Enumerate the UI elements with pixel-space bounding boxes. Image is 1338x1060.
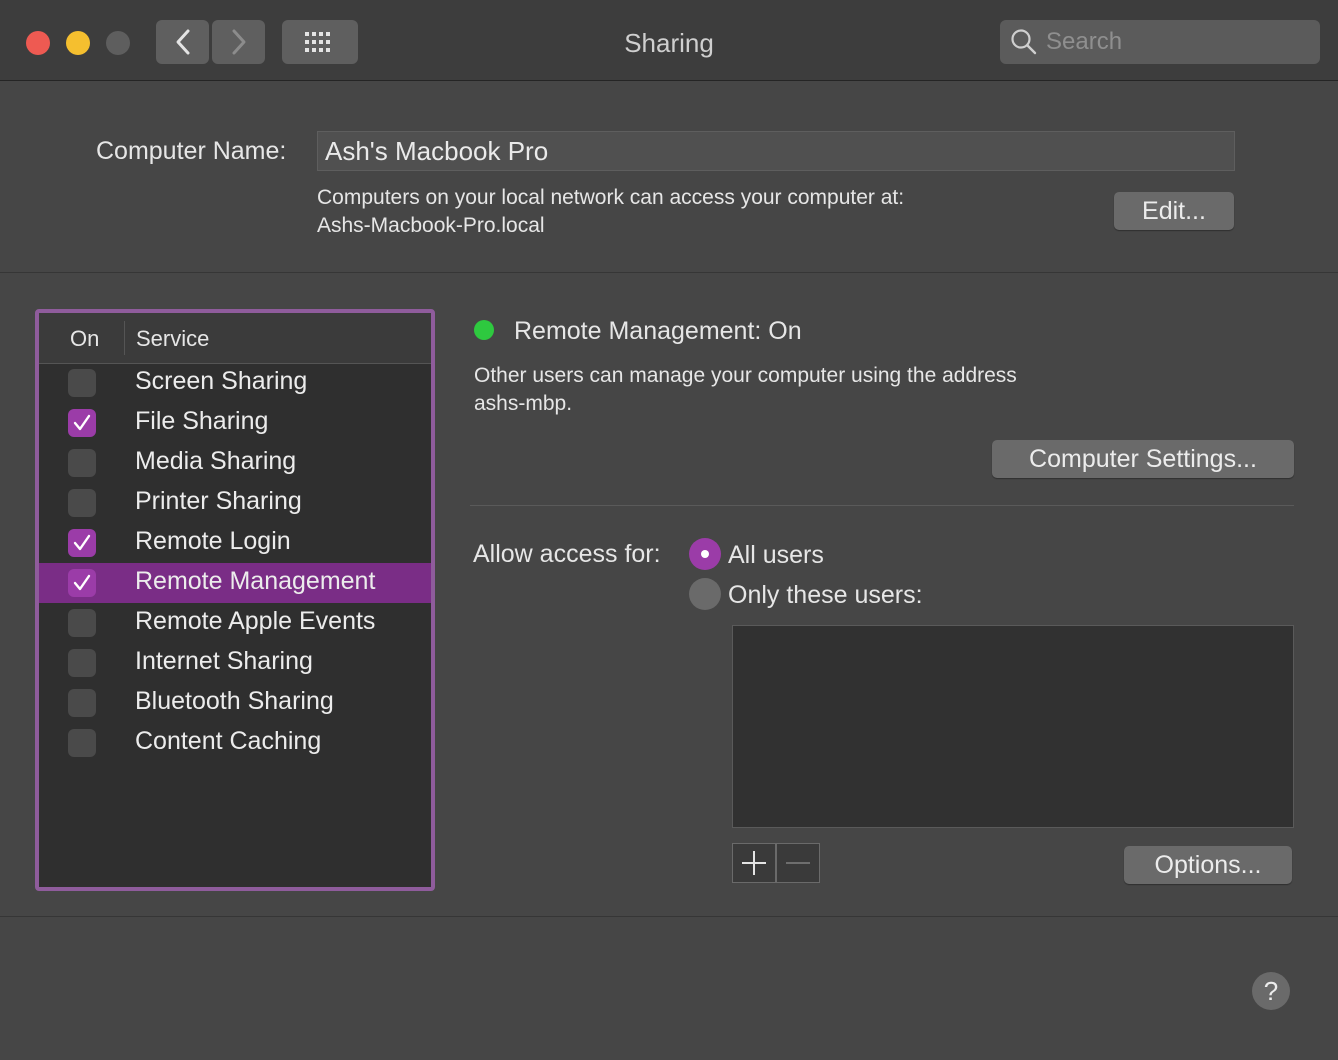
minus-icon: [786, 862, 810, 864]
service-checkbox[interactable]: [68, 369, 96, 397]
service-label: Remote Login: [135, 527, 291, 555]
plus-icon: [742, 851, 766, 875]
search-placeholder: Search: [1046, 28, 1123, 55]
service-label: Internet Sharing: [135, 647, 313, 675]
service-column-header[interactable]: Service: [136, 326, 209, 352]
service-checkbox[interactable]: [68, 409, 96, 437]
allow-access-label: Allow access for:: [473, 540, 661, 568]
services-list[interactable]: On Service Screen Sharing File Sharing Med…: [35, 309, 435, 891]
service-checkbox[interactable]: [68, 729, 96, 757]
help-button[interactable]: ?: [1252, 972, 1290, 1010]
status-indicator: [474, 320, 494, 340]
service-row[interactable]: Remote Login: [39, 523, 431, 563]
search-field[interactable]: Search: [1000, 20, 1320, 64]
service-checkbox[interactable]: [68, 449, 96, 477]
computer-name-label: Computer Name:: [96, 137, 287, 165]
service-row[interactable]: Screen Sharing: [39, 363, 431, 403]
checkmark-icon: [73, 414, 91, 431]
radio-dot: [701, 550, 709, 558]
service-label: Remote Apple Events: [135, 607, 376, 635]
service-checkbox[interactable]: [68, 649, 96, 677]
service-row[interactable]: Remote Apple Events: [39, 603, 431, 643]
service-row[interactable]: Remote Management: [39, 563, 431, 603]
add-user-button[interactable]: [732, 843, 776, 883]
service-row[interactable]: Internet Sharing: [39, 643, 431, 683]
service-label: Media Sharing: [135, 447, 297, 475]
computer-name-input[interactable]: [318, 132, 1234, 170]
service-checkbox[interactable]: [68, 569, 96, 597]
service-row[interactable]: Printer Sharing: [39, 483, 431, 523]
network-info-line1: Computers on your local network can acce…: [317, 186, 905, 209]
status-description-line1: Other users can manage your computer usi…: [474, 364, 1017, 387]
service-label: Screen Sharing: [135, 367, 308, 395]
services-header: On Service: [39, 313, 431, 364]
users-list[interactable]: [732, 625, 1294, 828]
service-checkbox[interactable]: [68, 609, 96, 637]
edit-button[interactable]: Edit...: [1114, 192, 1234, 230]
status-title: Remote Management: On: [514, 317, 802, 345]
service-checkbox[interactable]: [68, 689, 96, 717]
checkmark-icon: [73, 574, 91, 591]
remove-user-button[interactable]: [776, 843, 820, 883]
only-these-users-label[interactable]: Only these users:: [728, 581, 923, 610]
service-label: Remote Management: [135, 567, 376, 595]
title-bar: Sharing Search: [0, 0, 1338, 81]
on-column-header[interactable]: On: [70, 326, 99, 352]
service-row[interactable]: File Sharing: [39, 403, 431, 443]
service-row[interactable]: Bluetooth Sharing: [39, 683, 431, 723]
detail-divider: [470, 505, 1294, 506]
checkmark-icon: [73, 534, 91, 551]
service-label: Content Caching: [135, 727, 322, 755]
service-label: Printer Sharing: [135, 487, 302, 515]
bottom-divider: [0, 916, 1338, 917]
network-address: Ashs-Macbook-Pro.local: [317, 214, 545, 237]
column-separator: [124, 321, 125, 355]
section-divider: [0, 272, 1338, 273]
search-icon: [1011, 29, 1037, 55]
computer-name-field[interactable]: [317, 131, 1235, 171]
service-checkbox[interactable]: [68, 529, 96, 557]
all-users-label[interactable]: All users: [728, 541, 824, 570]
service-label: Bluetooth Sharing: [135, 687, 334, 715]
radio-all-users[interactable]: [689, 538, 721, 570]
service-row[interactable]: Content Caching: [39, 723, 431, 763]
radio-only-these-users[interactable]: [689, 578, 721, 610]
options-button[interactable]: Options...: [1124, 846, 1292, 884]
service-checkbox[interactable]: [68, 489, 96, 517]
service-label: File Sharing: [135, 407, 269, 435]
status-description-line2: ashs-mbp.: [474, 392, 573, 415]
computer-settings-button[interactable]: Computer Settings...: [992, 440, 1294, 478]
service-row[interactable]: Media Sharing: [39, 443, 431, 483]
